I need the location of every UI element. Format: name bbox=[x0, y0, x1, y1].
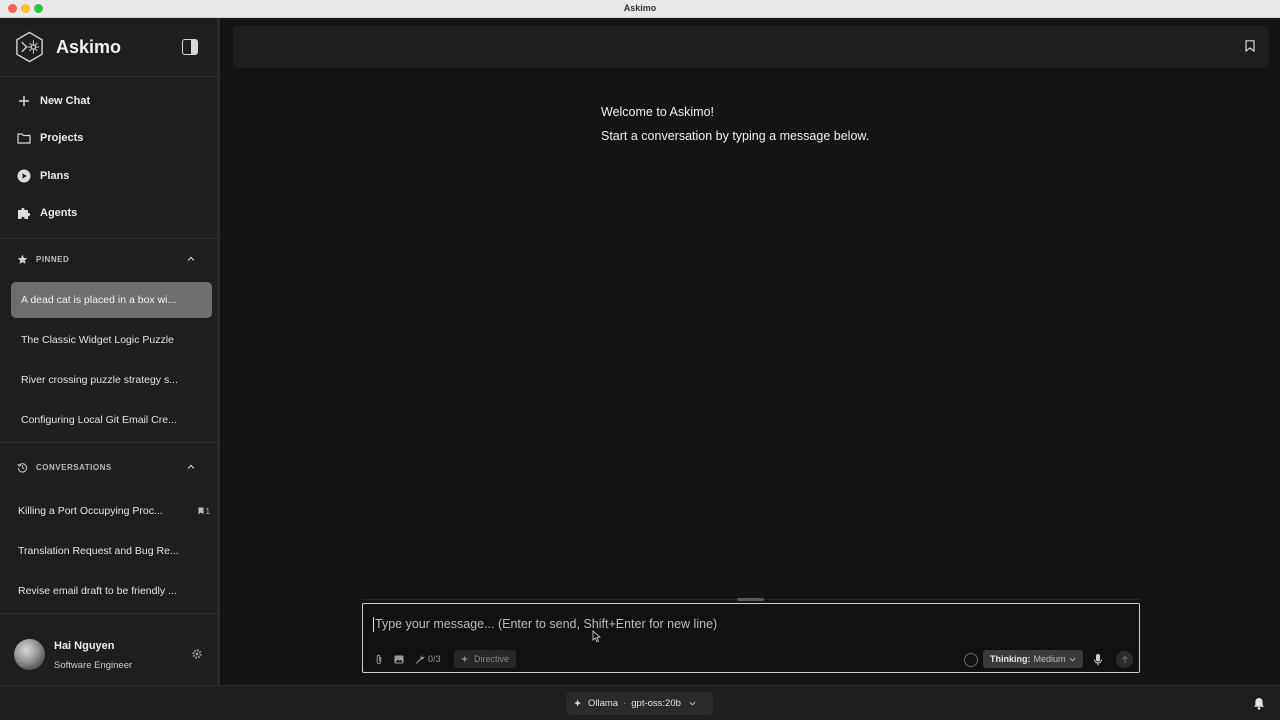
divider bbox=[0, 442, 217, 443]
model-name: gpt-oss:20b bbox=[631, 698, 681, 709]
pinned-chat-item[interactable]: The Classic Widget Logic Puzzle bbox=[11, 322, 212, 358]
conversations-header-label: CONVERSATIONS bbox=[36, 462, 112, 472]
plans-label: Plans bbox=[40, 170, 70, 182]
gear-icon[interactable] bbox=[191, 648, 203, 660]
play-circle-icon bbox=[16, 168, 32, 184]
new-chat-button[interactable]: New Chat bbox=[16, 89, 206, 113]
welcome-subtitle: Start a conversation by typing a message… bbox=[601, 129, 870, 143]
askimo-logo-icon bbox=[16, 31, 43, 63]
divider bbox=[0, 76, 217, 77]
app-name: Askimo bbox=[56, 37, 122, 57]
attach-file-button[interactable] bbox=[372, 652, 386, 666]
chat-header bbox=[233, 26, 1269, 68]
arrow-up-icon bbox=[1121, 655, 1128, 663]
thinking-label: Thinking: bbox=[990, 654, 1031, 664]
divider bbox=[0, 238, 217, 239]
new-chat-label: New Chat bbox=[40, 95, 91, 107]
mouse-pointer-icon bbox=[592, 630, 601, 643]
microphone-icon[interactable] bbox=[1092, 653, 1104, 667]
attach-image-button[interactable] bbox=[392, 652, 406, 666]
conversation-title: Translation Request and Bug Re... bbox=[18, 545, 179, 557]
loading-spinner-icon bbox=[964, 653, 978, 667]
message-input[interactable] bbox=[373, 614, 1073, 634]
message-composer: 0/3 Directive Thinking: Medium bbox=[362, 603, 1140, 673]
window-title: Askimo bbox=[623, 3, 657, 13]
bookmark-count: 1 bbox=[205, 506, 210, 516]
separator-dot: · bbox=[623, 698, 627, 709]
sparkle-icon bbox=[574, 699, 582, 707]
user-profile[interactable]: Hai Nguyen Software Engineer bbox=[14, 639, 210, 673]
app-header: Askimo bbox=[14, 31, 204, 63]
chevron-up-icon[interactable] bbox=[186, 462, 196, 472]
wrench-icon bbox=[416, 655, 425, 664]
user-role: Software Engineer bbox=[54, 660, 133, 671]
projects-label: Projects bbox=[40, 132, 84, 144]
star-icon bbox=[16, 253, 28, 265]
divider bbox=[0, 613, 217, 614]
thinking-level-dropdown[interactable]: Thinking: Medium bbox=[983, 650, 1083, 668]
toggle-sidebar-button[interactable] bbox=[182, 39, 198, 55]
chevron-up-icon[interactable] bbox=[186, 254, 196, 264]
plus-icon bbox=[16, 93, 32, 109]
tools-count: 0/3 bbox=[428, 654, 441, 664]
agents-label: Agents bbox=[40, 207, 78, 219]
resize-handle[interactable] bbox=[737, 598, 764, 601]
conversation-title: Revise email draft to be friendly ... bbox=[18, 585, 177, 597]
chevron-down-icon bbox=[689, 701, 696, 706]
welcome-title: Welcome to Askimo! bbox=[601, 105, 715, 119]
directive-label: Directive bbox=[474, 654, 510, 664]
paperclip-icon bbox=[372, 652, 386, 666]
sidebar: Askimo New Chat Projects Plans Agents PI… bbox=[0, 18, 220, 685]
thinking-value: Medium bbox=[1033, 654, 1066, 664]
chevron-down-icon bbox=[1069, 657, 1075, 661]
window-titlebar: Askimo bbox=[0, 0, 1280, 18]
sidebar-item-projects[interactable]: Projects bbox=[16, 126, 206, 150]
folder-icon bbox=[16, 130, 32, 146]
provider-name: Ollama bbox=[588, 698, 619, 709]
image-icon bbox=[392, 652, 406, 666]
history-icon bbox=[16, 461, 28, 473]
puzzle-icon bbox=[16, 205, 32, 221]
pinned-chat-item[interactable]: Configuring Local Git Email Cre... bbox=[11, 402, 212, 438]
bookmark-count-badge: 1 bbox=[198, 507, 210, 516]
sidebar-item-agents[interactable]: Agents bbox=[16, 201, 206, 225]
directive-button[interactable]: Directive bbox=[454, 650, 517, 668]
bookmark-icon bbox=[198, 507, 204, 515]
user-name: Hai Nguyen bbox=[54, 640, 115, 652]
pinned-chat-item[interactable]: River crossing puzzle strategy s... bbox=[11, 362, 212, 398]
tools-button[interactable]: 0/3 bbox=[415, 652, 441, 666]
conversation-item[interactable]: Revise email draft to be friendly ... bbox=[8, 573, 210, 609]
status-bar: Ollama · gpt-oss:20b bbox=[0, 685, 1280, 720]
send-button[interactable] bbox=[1116, 651, 1133, 668]
chat-area: Welcome to Askimo! Start a conversation … bbox=[223, 18, 1280, 685]
conversation-item[interactable]: Killing a Port Occupying Proc... 1 bbox=[8, 493, 210, 529]
sidebar-item-plans[interactable]: Plans bbox=[16, 164, 206, 188]
bell-icon[interactable] bbox=[1253, 697, 1265, 710]
bookmark-icon[interactable] bbox=[1245, 40, 1255, 52]
avatar bbox=[14, 639, 45, 670]
sparkle-icon bbox=[461, 654, 469, 663]
pinned-header-label: PINNED bbox=[36, 254, 70, 264]
conversations-section-header[interactable]: CONVERSATIONS bbox=[16, 459, 196, 475]
model-selector-button[interactable]: Ollama · gpt-oss:20b bbox=[566, 692, 713, 715]
conversation-item[interactable]: Translation Request and Bug Re... bbox=[8, 533, 210, 569]
pinned-section-header[interactable]: PINNED bbox=[16, 251, 196, 267]
pinned-chat-item[interactable]: A dead cat is placed in a box wi... bbox=[11, 282, 212, 318]
conversation-title: Killing a Port Occupying Proc... bbox=[18, 505, 163, 517]
